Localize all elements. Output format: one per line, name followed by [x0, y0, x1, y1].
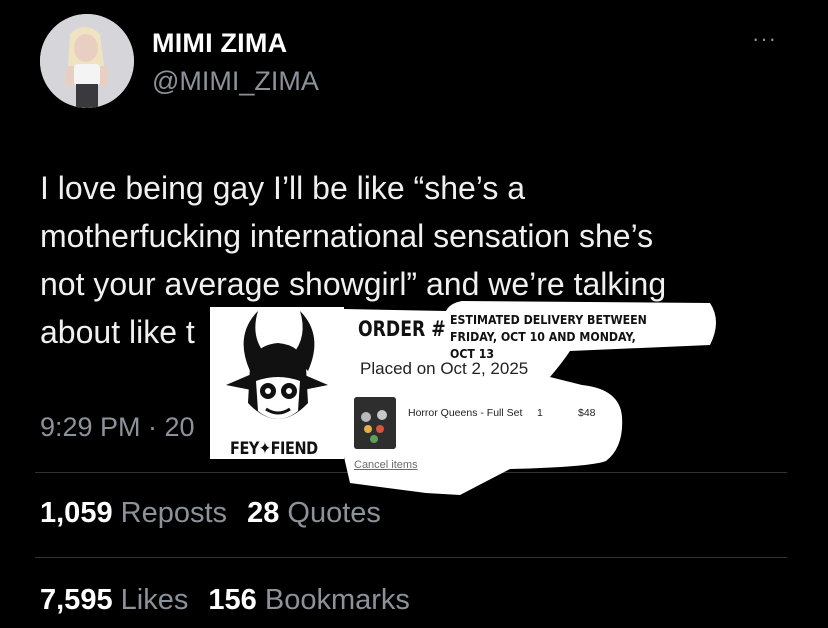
reposts-count: 1,059 [40, 497, 113, 529]
estimated-delivery: ESTIMATED DELIVERY BETWEEN FRIDAY, OCT 1… [450, 311, 657, 361]
reposts-stat[interactable]: 1,059 Reposts [40, 497, 227, 529]
reposts-label: Reposts [120, 497, 228, 529]
engagement-row-1: 1,059 Reposts 28 Quotes [40, 497, 381, 530]
quotes-stat[interactable]: 28 Quotes [247, 497, 381, 529]
fey-fiend-logo-icon [226, 311, 328, 419]
product-price: $48 [578, 407, 596, 419]
brand-logo-panel: FEY✦FIEND [210, 307, 344, 459]
order-screenshot: FEY✦FIEND ORDER # ESTIMATED DELIVERY BET… [210, 297, 720, 497]
timestamp[interactable]: 9:29 PM · 20 [40, 412, 195, 443]
brand-name: FEY✦FIEND [230, 439, 318, 459]
delivery-line-2: FRIDAY, OCT 10 AND MONDAY, OCT 13 [450, 329, 636, 361]
bookmarks-count: 156 [208, 584, 257, 616]
avatar[interactable] [40, 14, 134, 108]
likes-stat[interactable]: 7,595 Likes [40, 584, 188, 616]
order-title: ORDER # [358, 317, 446, 341]
divider [35, 557, 787, 558]
quotes-count: 28 [247, 497, 280, 529]
more-options-icon[interactable]: ··· [752, 26, 777, 52]
likes-count: 7,595 [40, 584, 113, 616]
bookmarks-stat[interactable]: 156 Bookmarks [208, 584, 410, 616]
product-name: Horror Queens - Full Set [408, 407, 523, 419]
handle[interactable]: @MIMI_ZIMA [152, 66, 319, 97]
delivery-line-1: ESTIMATED DELIVERY BETWEEN [450, 312, 647, 327]
product-image [354, 397, 396, 449]
engagement-row-2: 7,595 Likes 156 Bookmarks [40, 584, 410, 617]
bookmarks-label: Bookmarks [264, 584, 410, 616]
display-name[interactable]: MIMI ZIMA [152, 28, 287, 59]
cancel-items-link[interactable]: Cancel items [354, 459, 418, 471]
quotes-label: Quotes [287, 497, 381, 529]
avatar-photo [40, 14, 134, 108]
product-quantity: 1 [537, 407, 543, 419]
placed-on-date: Placed on Oct 2, 2025 [360, 359, 529, 378]
product-thumbnail [354, 397, 396, 449]
likes-label: Likes [120, 584, 189, 616]
